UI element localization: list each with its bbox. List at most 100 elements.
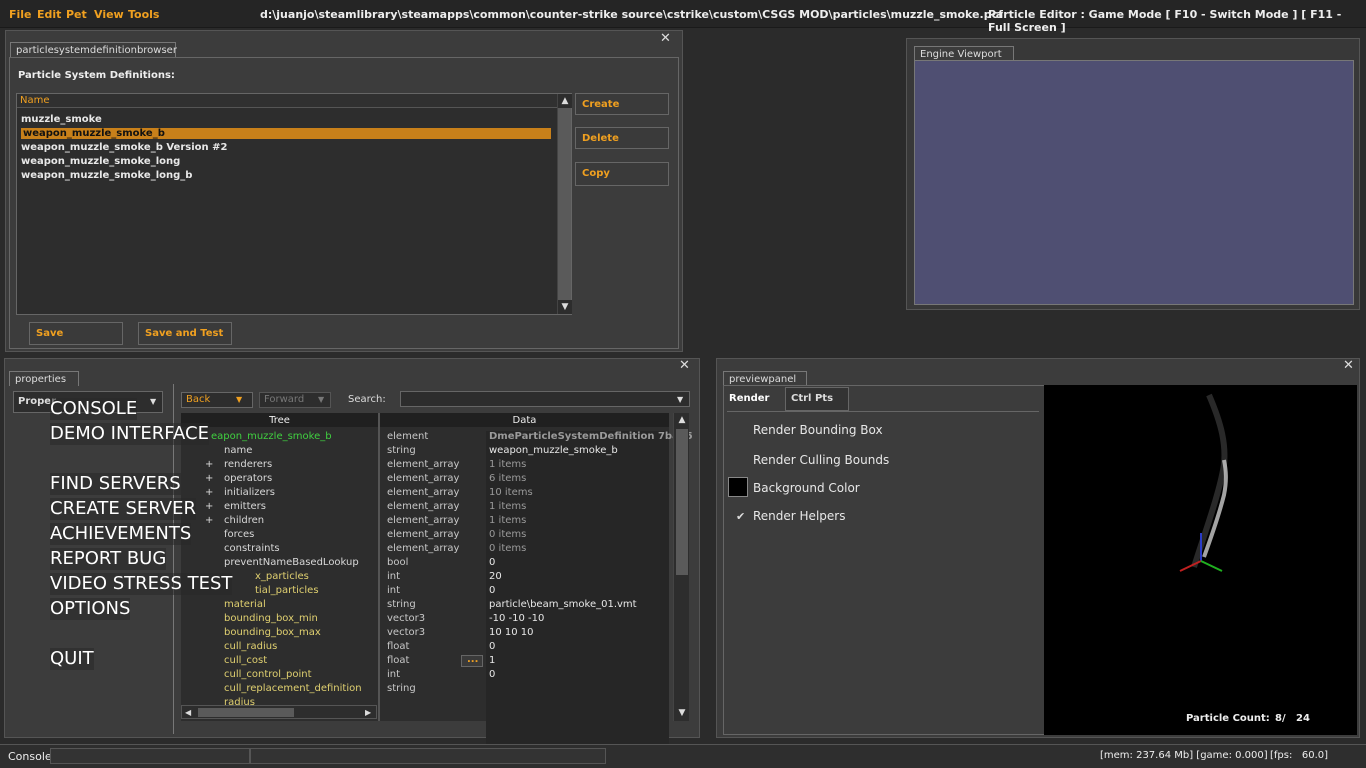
list-item[interactable]: weapon_muzzle_smoke_b — [21, 128, 551, 139]
tree-row-value[interactable]: 0 items — [489, 543, 526, 554]
vscroll-thumb[interactable] — [676, 429, 688, 575]
tree-row-name[interactable]: tial_particles — [255, 585, 319, 596]
tab-preview-panel[interactable]: previewpanel — [723, 371, 807, 386]
tree-row-value[interactable]: 1 — [489, 655, 495, 666]
browse-material-button[interactable]: ... — [461, 654, 483, 667]
render-culling-bounds-checkbox[interactable]: Render Culling Bounds — [753, 453, 889, 467]
expand-icon[interactable]: + — [205, 501, 213, 512]
expand-icon[interactable]: + — [205, 515, 213, 526]
properties-scrollbar[interactable]: ▲ ▼ — [673, 413, 689, 721]
tree-row-value[interactable]: 1 items — [489, 459, 526, 470]
tree-row-name[interactable]: bounding_box_max — [224, 627, 321, 638]
save-button[interactable]: Save — [29, 322, 123, 345]
overlay-quit[interactable]: QUIT — [50, 648, 94, 670]
tree-row-value[interactable]: -10 -10 -10 — [489, 613, 544, 624]
tree-row-name[interactable]: constraints — [224, 543, 280, 554]
tree-row-value[interactable]: particle\beam_smoke_01.vmt — [489, 599, 637, 610]
overlay-create-server[interactable]: CREATE SERVER — [50, 498, 196, 520]
console-input[interactable] — [50, 748, 250, 764]
tab-ctrl-pts[interactable]: Ctrl Pts — [785, 387, 849, 411]
particle-preview-canvas[interactable]: Particle Count: 8/ 24 — [1044, 385, 1357, 735]
search-input[interactable]: ▼ — [400, 391, 690, 407]
list-item[interactable]: weapon_muzzle_smoke_long_b — [21, 170, 192, 181]
tree-row-name[interactable]: operators — [224, 473, 272, 484]
tree-row-value[interactable]: 6 items — [489, 473, 526, 484]
tree-row-name[interactable]: material — [224, 599, 266, 610]
render-helpers-check-icon[interactable]: ✔ — [736, 510, 745, 523]
tree-row-value[interactable]: 20 — [489, 571, 502, 582]
expand-icon[interactable]: + — [205, 459, 213, 470]
tree-row-name[interactable]: cull_radius — [224, 641, 277, 652]
tree-row-name[interactable]: x_particles — [255, 571, 309, 582]
tree-row-name[interactable]: eapon_muzzle_smoke_b — [211, 431, 332, 442]
tree-row-name[interactable]: emitters — [224, 501, 266, 512]
forward-button[interactable]: Forward ▼ — [259, 392, 331, 408]
preview-close-icon[interactable]: ✕ — [1343, 359, 1354, 372]
expand-icon[interactable]: + — [205, 487, 213, 498]
tab-render[interactable]: Render — [727, 389, 783, 411]
render-helpers-checkbox[interactable]: Render Helpers — [753, 509, 845, 523]
data-column-header[interactable]: Data — [380, 413, 669, 427]
background-color-swatch[interactable] — [728, 477, 748, 497]
menu-bar: File Edit Pet View Tools d:\juanjo\steam… — [0, 0, 1366, 34]
list-item[interactable]: muzzle_smoke — [21, 114, 102, 125]
tree-row-value[interactable]: 10 10 10 — [489, 627, 534, 638]
menu-view[interactable]: View — [94, 8, 124, 21]
tree-row-value[interactable]: weapon_muzzle_smoke_b — [489, 445, 618, 456]
tree-row-value[interactable]: 1 items — [489, 501, 526, 512]
copy-button[interactable]: Copy — [575, 162, 669, 186]
overlay-video-stress-test[interactable]: VIDEO STRESS TEST — [50, 573, 233, 595]
menu-file[interactable]: File — [9, 8, 32, 21]
tree-row-value[interactable]: 0 items — [489, 529, 526, 540]
tree-row-value[interactable]: 10 items — [489, 487, 533, 498]
overlay-find-servers[interactable]: FIND SERVERS — [50, 473, 181, 495]
delete-button[interactable]: Delete — [575, 127, 669, 149]
tree-row-value[interactable]: 0 — [489, 641, 495, 652]
tree-row-name[interactable]: children — [224, 515, 264, 526]
browser-close-icon[interactable]: ✕ — [660, 32, 671, 45]
column-name-header[interactable]: Name — [20, 95, 50, 106]
tree-row-value[interactable]: 0 — [489, 669, 495, 680]
tree-row-value[interactable]: 1 items — [489, 515, 526, 526]
menu-pet[interactable]: Pet — [66, 8, 87, 21]
tree-row-name[interactable]: bounding_box_min — [224, 613, 318, 624]
engine-viewport-canvas[interactable] — [914, 60, 1354, 305]
definitions-list[interactable]: Name muzzle_smoke weapon_muzzle_smoke_bwe… — [16, 93, 572, 315]
scroll-down-button[interactable]: ▼ — [558, 300, 572, 314]
overlay-demo-interface[interactable]: DEMO INTERFACE — [50, 423, 209, 445]
tree-hscrollbar[interactable]: ◀ ▶ — [181, 705, 377, 719]
tree-column-header[interactable]: Tree — [181, 413, 378, 427]
tree-row-name[interactable]: name — [224, 445, 252, 456]
tree-row-value[interactable]: 0 — [489, 585, 495, 596]
save-and-test-button[interactable]: Save and Test — [138, 322, 232, 345]
tree-row-name[interactable]: cull_control_point — [224, 669, 312, 680]
tree-row-value[interactable]: 0 — [489, 557, 495, 568]
expand-icon[interactable]: + — [205, 473, 213, 484]
column-splitter[interactable] — [378, 413, 380, 721]
render-bounding-box-checkbox[interactable]: Render Bounding Box — [753, 423, 883, 437]
tree-row-value[interactable]: DmeParticleSystemDefinition 7ba95 — [489, 431, 693, 442]
hscroll-thumb[interactable] — [198, 708, 294, 717]
list-item[interactable]: weapon_muzzle_smoke_b Version #2 — [21, 142, 227, 153]
tree-row-name[interactable]: cull_cost — [224, 655, 267, 666]
create-button[interactable]: Create — [575, 93, 669, 115]
list-scrollbar[interactable]: ▲ ▼ — [557, 94, 572, 314]
tree-row-name[interactable]: initializers — [224, 487, 275, 498]
properties-close-icon[interactable]: ✕ — [679, 359, 690, 372]
tree-row-name[interactable]: preventNameBasedLookup — [224, 557, 359, 568]
tree-row-name[interactable]: renderers — [224, 459, 272, 470]
menu-edit[interactable]: Edit — [37, 8, 61, 21]
scroll-up-button[interactable]: ▲ — [558, 94, 572, 108]
list-item[interactable]: weapon_muzzle_smoke_long — [21, 156, 180, 167]
tree-row-name[interactable]: cull_replacement_definition — [224, 683, 362, 694]
tree-row-name[interactable]: forces — [224, 529, 254, 540]
overlay-console[interactable]: CONSOLE — [50, 398, 138, 420]
tab-properties[interactable]: properties — [9, 371, 79, 386]
tab-engine-viewport[interactable]: Engine Viewport — [914, 46, 1014, 61]
overlay-report-bug[interactable]: REPORT BUG — [50, 548, 167, 570]
back-button[interactable]: Back ▼ — [181, 392, 253, 408]
tab-definition-browser[interactable]: particlesystemdefinitionbrowser — [10, 42, 177, 57]
menu-tools[interactable]: Tools — [128, 8, 159, 21]
overlay-achievements[interactable]: ACHIEVEMENTS — [50, 523, 192, 545]
overlay-options[interactable]: OPTIONS — [50, 598, 131, 620]
